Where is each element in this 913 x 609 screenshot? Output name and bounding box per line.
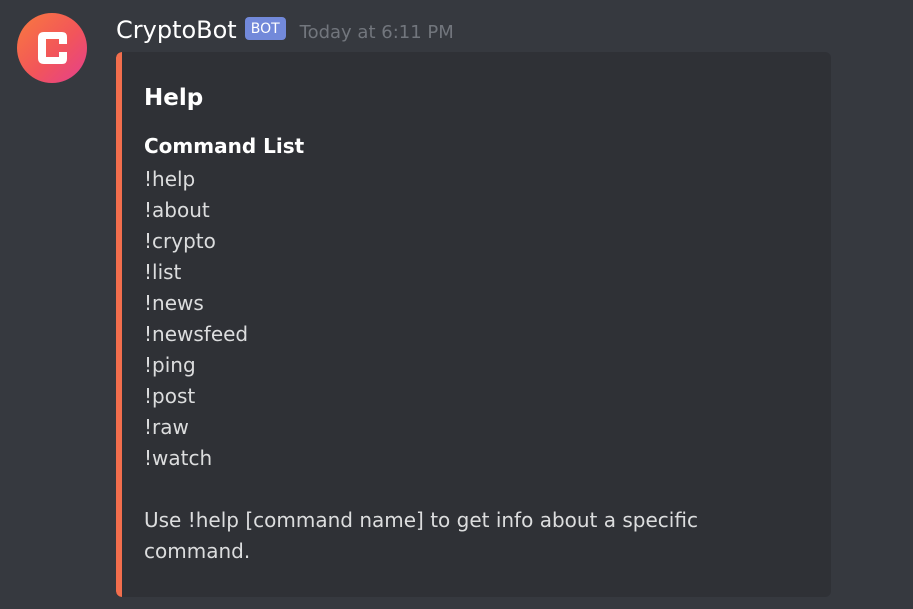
embed-footer-text: Use !help [command name] to get info abo…: [144, 508, 698, 563]
command-item: !list: [144, 260, 182, 284]
cryptobot-c-logo-icon: [38, 32, 67, 64]
command-list: !help !about !crypto !list !news !newsfe…: [144, 164, 807, 474]
command-item: !crypto: [144, 229, 216, 253]
command-item: !raw: [144, 415, 189, 439]
embed-accent-bar: [116, 52, 122, 597]
command-item: !ping: [144, 353, 196, 377]
field-name: Command List: [144, 134, 305, 158]
command-item: !news: [144, 291, 204, 315]
bot-badge: BOT: [244, 16, 286, 40]
command-item: !post: [144, 384, 196, 408]
command-item: !newsfeed: [144, 322, 249, 346]
message-header: CryptoBot BOT Today at 6:11 PM: [116, 12, 454, 48]
author-username[interactable]: CryptoBot: [116, 16, 237, 44]
command-item: !help: [144, 167, 196, 191]
chat-message: CryptoBot BOT Today at 6:11 PM Help Comm…: [0, 0, 913, 609]
embed-content: Help Command List !help !about !crypto !…: [144, 82, 807, 567]
bot-avatar[interactable]: [17, 13, 87, 83]
message-timestamp[interactable]: Today at 6:11 PM: [300, 22, 454, 43]
embed-title: Help: [144, 85, 204, 111]
command-item: !watch: [144, 446, 213, 470]
command-item: !about: [144, 198, 210, 222]
help-embed: Help Command List !help !about !crypto !…: [116, 52, 831, 597]
